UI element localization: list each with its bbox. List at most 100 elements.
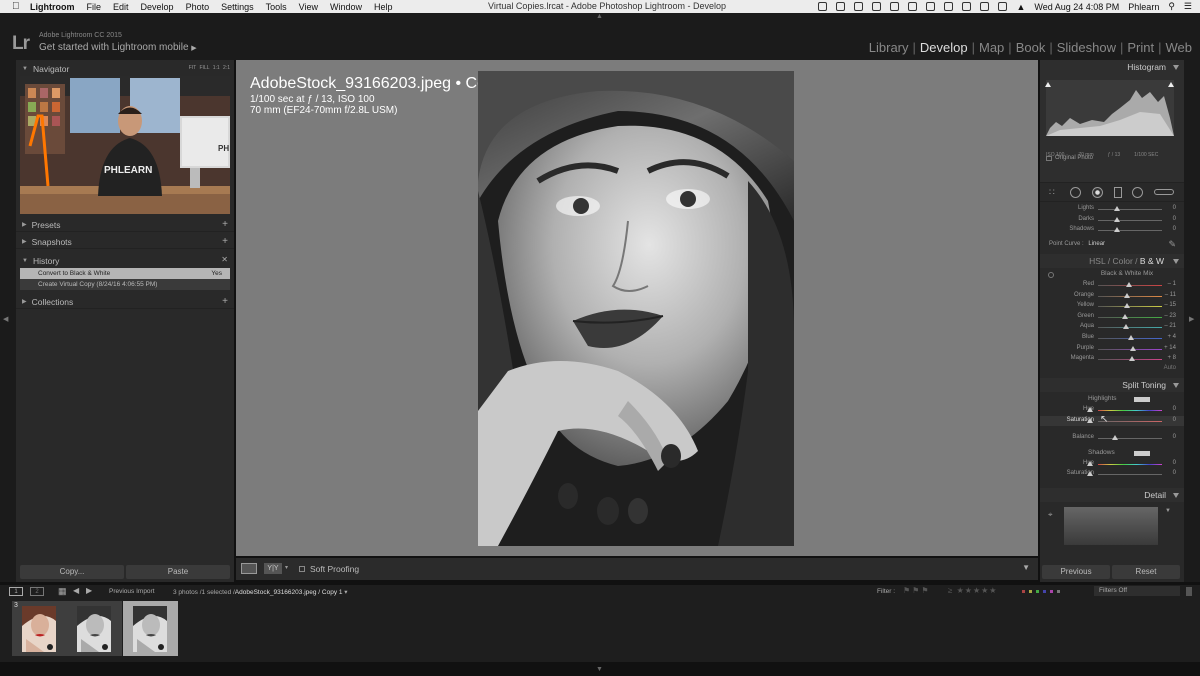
slider-knob[interactable] bbox=[1087, 417, 1093, 423]
slider-knob[interactable] bbox=[1087, 407, 1093, 412]
slider-track[interactable] bbox=[1098, 474, 1162, 476]
slider-knob[interactable] bbox=[1127, 334, 1134, 340]
collapse-bottom-icon[interactable]: ▼ bbox=[596, 666, 603, 673]
bw-blue-slider[interactable]: Blue + 4 bbox=[1040, 333, 1184, 344]
slider-knob[interactable] bbox=[1123, 303, 1130, 309]
navigator-zoom-options[interactable]: FIT FILL 1:1 2:1 bbox=[189, 65, 230, 71]
collapse-left-icon[interactable]: ◀ bbox=[3, 315, 8, 323]
shadow-saturation-slider[interactable]: Saturation 0 bbox=[1040, 469, 1184, 480]
status-icon[interactable] bbox=[980, 2, 990, 11]
menu-settings[interactable]: Settings bbox=[221, 2, 254, 12]
status-icon[interactable] bbox=[926, 2, 936, 11]
slider-knob[interactable] bbox=[1128, 356, 1135, 362]
slider-value[interactable]: 0 bbox=[1173, 216, 1176, 222]
bw-magenta-slider[interactable]: Magenta + 8 bbox=[1040, 354, 1184, 365]
status-icon[interactable] bbox=[890, 2, 900, 11]
detail-preview[interactable] bbox=[1064, 507, 1158, 545]
color-label-filters[interactable] bbox=[1022, 590, 1060, 593]
slider-track[interactable] bbox=[1098, 438, 1162, 440]
menu-photo[interactable]: Photo bbox=[186, 2, 210, 12]
auto-button[interactable]: Auto bbox=[1164, 365, 1176, 371]
highlights-swatch[interactable] bbox=[1134, 397, 1150, 402]
shadows-swatch[interactable] bbox=[1134, 450, 1150, 456]
add-snapshot-icon[interactable]: + bbox=[222, 236, 228, 247]
module-develop[interactable]: Develop bbox=[916, 40, 972, 55]
wifi-icon[interactable]: ▲ bbox=[1016, 2, 1025, 12]
graduated-filter-icon[interactable] bbox=[1114, 187, 1122, 198]
slider-value[interactable]: – 15 bbox=[1164, 302, 1176, 308]
slider-value[interactable]: 0 bbox=[1173, 460, 1176, 466]
forward-arrow-icon[interactable]: ▶ bbox=[86, 586, 92, 595]
slider-knob[interactable] bbox=[1087, 471, 1093, 477]
highlight-hue-slider[interactable]: Hue 0 bbox=[1040, 405, 1184, 416]
add-collection-icon[interactable]: + bbox=[222, 296, 228, 307]
color-filter-purple[interactable] bbox=[1050, 590, 1053, 593]
filmstrip-thumbnail[interactable]: 3 bbox=[12, 601, 67, 656]
clock[interactable]: Wed Aug 24 4:08 PM bbox=[1034, 2, 1119, 12]
split-toning-header[interactable]: Split Toning bbox=[1040, 378, 1184, 392]
filmstrip-thumbnail[interactable] bbox=[67, 601, 122, 656]
search-icon[interactable]: ⚲ bbox=[1168, 1, 1175, 12]
slider-value[interactable]: 0 bbox=[1173, 205, 1176, 211]
slider-value[interactable]: – 11 bbox=[1165, 292, 1176, 298]
source-label[interactable]: Previous Import bbox=[109, 588, 155, 595]
menu-file[interactable]: File bbox=[87, 2, 102, 12]
slider-track[interactable] bbox=[1098, 316, 1162, 318]
bw-aqua-slider[interactable]: Aqua – 21 bbox=[1040, 322, 1184, 333]
color-filter-yellow[interactable] bbox=[1029, 590, 1032, 593]
module-slideshow[interactable]: Slideshow bbox=[1053, 40, 1120, 55]
bw-red-slider[interactable]: Red – 1 bbox=[1040, 280, 1184, 291]
slider-knob[interactable] bbox=[1122, 324, 1129, 330]
rating-filter-stars[interactable]: ≥ ★★★★★ bbox=[948, 586, 997, 595]
previous-button[interactable]: Previous bbox=[1042, 565, 1110, 579]
status-icon[interactable] bbox=[818, 2, 828, 11]
color-filter-none[interactable] bbox=[1057, 590, 1060, 593]
adjustment-brush-icon[interactable] bbox=[1154, 189, 1174, 195]
user-name[interactable]: Phlearn bbox=[1128, 2, 1159, 12]
slider-value[interactable]: 0 bbox=[1173, 226, 1176, 232]
grid-icon[interactable]: ▦ bbox=[58, 586, 67, 597]
slider-track[interactable] bbox=[1098, 209, 1162, 210]
slider-value[interactable]: 0 bbox=[1173, 406, 1176, 412]
module-web[interactable]: Web bbox=[1162, 40, 1197, 55]
radial-filter-icon[interactable] bbox=[1132, 187, 1143, 198]
secondary-display-icon[interactable]: 2 bbox=[30, 587, 44, 596]
photo-canvas[interactable] bbox=[478, 71, 794, 546]
slider-knob[interactable] bbox=[1114, 216, 1120, 222]
collections-header[interactable]: ▶ Collections + bbox=[16, 295, 234, 309]
point-curve-select[interactable]: Linear bbox=[1088, 241, 1105, 247]
module-library[interactable]: Library bbox=[865, 40, 913, 55]
detail-target-icon[interactable]: ⌖ bbox=[1048, 510, 1053, 520]
collapse-right-icon[interactable]: ▶ bbox=[1189, 315, 1194, 323]
slider-value[interactable]: – 23 bbox=[1164, 313, 1176, 319]
tone-darks-slider[interactable]: Darks 0 bbox=[1040, 215, 1184, 226]
bw-orange-slider[interactable]: Orange – 11 bbox=[1040, 291, 1184, 302]
before-after-icon[interactable]: Y|Y bbox=[264, 563, 282, 574]
bw-yellow-slider[interactable]: Yellow – 15 bbox=[1040, 301, 1184, 312]
tab-hsl[interactable]: HSL bbox=[1089, 256, 1105, 266]
chevron-down-icon[interactable]: ▾ bbox=[285, 564, 288, 571]
loupe-view-icon[interactable] bbox=[241, 563, 257, 574]
primary-display-icon[interactable]: 1 bbox=[9, 587, 23, 596]
slider-track[interactable] bbox=[1098, 219, 1162, 221]
status-icon[interactable] bbox=[944, 2, 954, 11]
slider-value[interactable]: + 8 bbox=[1167, 355, 1176, 361]
slider-knob[interactable] bbox=[1112, 435, 1118, 441]
slider-knob[interactable] bbox=[1130, 345, 1137, 351]
slider-knob[interactable] bbox=[1124, 292, 1131, 298]
slider-track[interactable] bbox=[1098, 327, 1162, 329]
slider-track[interactable] bbox=[1098, 410, 1162, 411]
reset-button[interactable]: Reset bbox=[1112, 565, 1180, 579]
menu-window[interactable]: Window bbox=[330, 2, 362, 12]
presets-header[interactable]: ▶ Presets + bbox=[16, 218, 234, 232]
slider-knob[interactable] bbox=[1087, 460, 1093, 466]
spot-removal-icon[interactable] bbox=[1070, 187, 1081, 198]
filter-lock-icon[interactable] bbox=[1186, 587, 1192, 596]
slider-knob[interactable] bbox=[1121, 313, 1128, 319]
status-icon[interactable] bbox=[998, 2, 1008, 11]
slider-value[interactable]: + 14 bbox=[1164, 345, 1176, 351]
color-filter-green[interactable] bbox=[1036, 590, 1039, 593]
bw-purple-slider[interactable]: Purple + 14 bbox=[1040, 344, 1184, 355]
detail-header[interactable]: Detail bbox=[1040, 488, 1184, 502]
back-arrow-icon[interactable]: ◀ bbox=[73, 586, 79, 595]
